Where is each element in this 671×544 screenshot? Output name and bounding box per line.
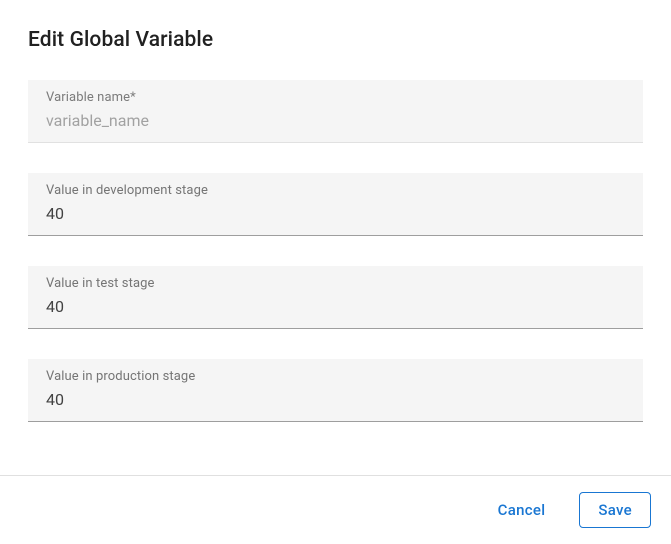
cancel-button[interactable]: Cancel [480,493,564,527]
variable-name-field: Variable name* [28,80,643,143]
test-value-label: Value in test stage [46,276,625,291]
variable-name-input [46,109,625,132]
dev-value-input[interactable] [46,202,625,225]
variable-name-label: Variable name* [46,90,625,105]
prod-value-label: Value in production stage [46,369,625,384]
edit-global-variable-dialog: Edit Global Variable Variable name* Valu… [0,0,671,422]
prod-value-field: Value in production stage [28,359,643,422]
test-value-field: Value in test stage [28,266,643,329]
prod-value-input[interactable] [46,388,625,411]
test-value-input[interactable] [46,295,625,318]
dialog-footer: Cancel Save [0,475,671,544]
dialog-title: Edit Global Variable [28,28,643,52]
dev-value-field: Value in development stage [28,173,643,236]
dev-value-label: Value in development stage [46,183,625,198]
save-button[interactable]: Save [579,492,651,528]
